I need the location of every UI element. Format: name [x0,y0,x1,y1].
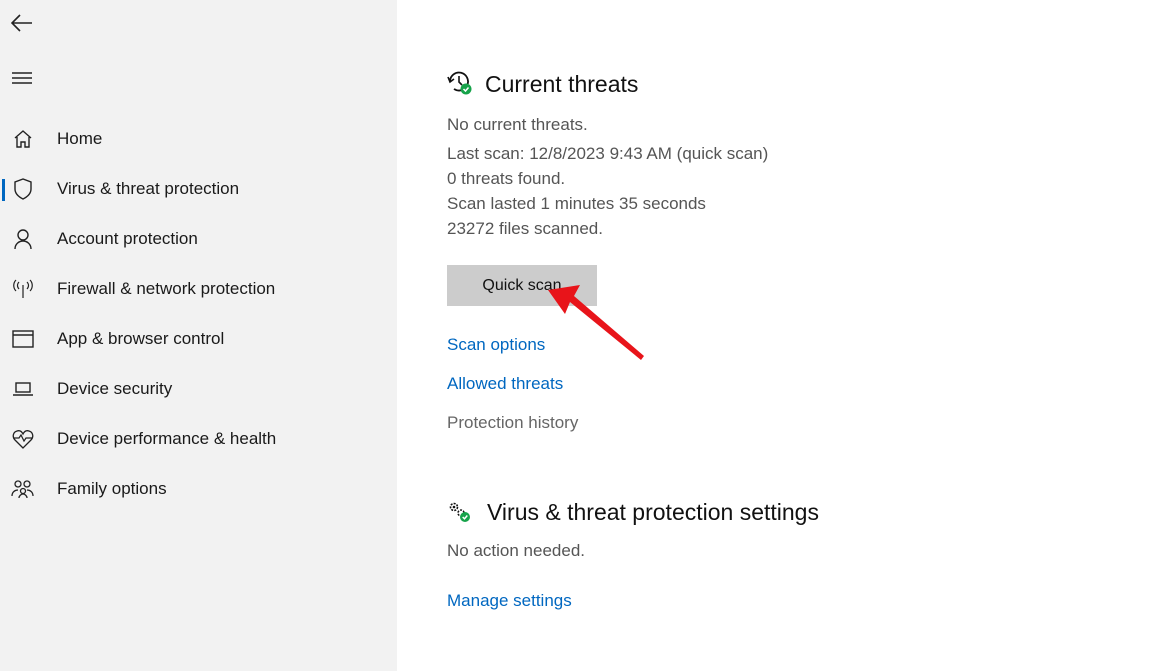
antenna-icon [11,277,35,301]
scan-options-link[interactable]: Scan options [447,335,545,355]
home-icon [11,127,35,151]
sidebar-item-firewall-network-protection[interactable]: Firewall & network protection [0,269,397,309]
threats-found-text: 0 threats found. [447,169,566,188]
protection-history-link[interactable]: Protection history [447,413,578,433]
sidebar-item-device-security[interactable]: Device security [0,369,397,409]
main-content: Current threats No current threats. Last… [397,0,1175,671]
sidebar-item-family-options[interactable]: Family options [0,469,397,509]
current-threats-title: Current threats [485,71,639,97]
sidebar-item-account-protection[interactable]: Account protection [0,219,397,259]
back-button[interactable] [10,11,34,35]
sidebar-item-label: App & browser control [57,329,225,348]
browser-window-icon [11,327,35,351]
sidebar-item-label: Device security [57,379,173,398]
back-arrow-icon [11,14,32,32]
sidebar-item-device-performance-health[interactable]: Device performance & health [0,419,397,459]
last-scan-text: Last scan: 12/8/2023 9:43 AM (quick scan… [447,144,769,163]
allowed-threats-link[interactable]: Allowed threats [447,374,563,394]
manage-settings-link[interactable]: Manage settings [447,591,572,611]
settings-status: No action needed. [447,541,585,560]
sidebar-item-label: Firewall & network protection [57,279,276,298]
hamburger-menu-icon [12,72,32,84]
family-icon [11,477,35,501]
sidebar-item-label: Device performance & health [57,429,277,448]
annotation-arrow [548,285,644,360]
sidebar-item-label: Family options [57,479,167,498]
settings-gear-check-icon [447,500,473,529]
person-icon [11,227,35,251]
selection-indicator [2,179,5,201]
sidebar-item-app-browser-control[interactable]: App & browser control [0,319,397,359]
sidebar: Home Virus & threat protection Account p… [0,0,397,671]
sidebar-item-label: Account protection [57,229,198,248]
threat-status: No current threats. [447,115,588,134]
laptop-icon [11,377,35,401]
menu-button[interactable] [10,66,34,90]
history-check-icon [447,70,473,101]
scan-duration-text: Scan lasted 1 minutes 35 seconds [447,194,706,213]
shield-icon [11,177,35,201]
sidebar-item-label: Home [57,129,103,148]
sidebar-item-label: Virus & threat protection [57,179,240,198]
heart-pulse-icon [11,427,35,451]
files-scanned-text: 23272 files scanned. [447,219,603,238]
sidebar-item-home[interactable]: Home [0,119,397,159]
settings-section-title: Virus & threat protection settings [487,499,819,525]
sidebar-item-virus-threat-protection[interactable]: Virus & threat protection [0,169,397,209]
